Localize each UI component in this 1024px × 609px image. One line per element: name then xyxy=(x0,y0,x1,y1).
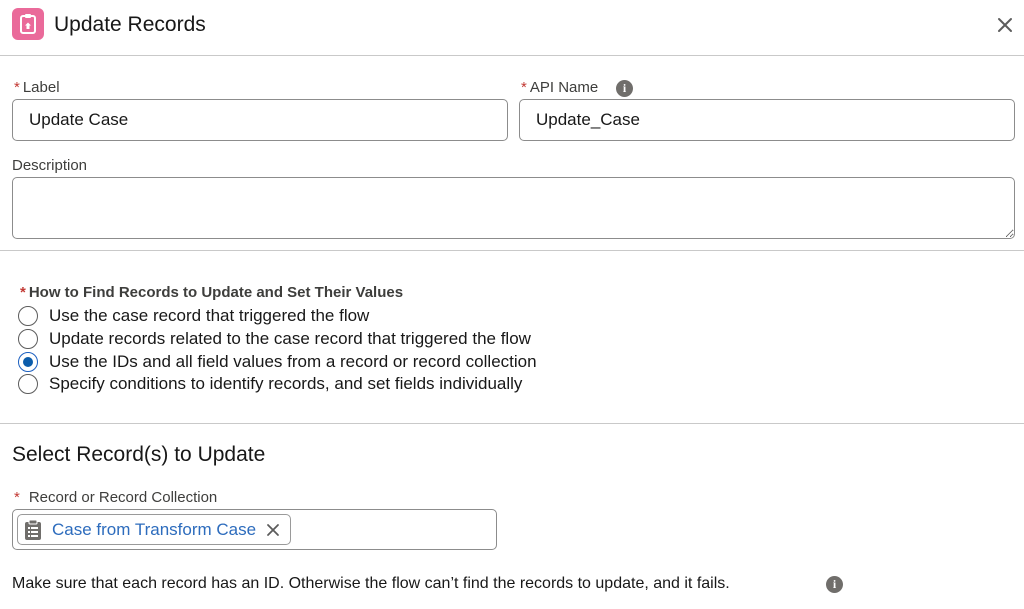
radio-option-label: Use the IDs and all field values from a … xyxy=(49,352,537,371)
clipboard-icon xyxy=(12,8,44,40)
radio-option-triggering-record[interactable]: Use the case record that triggered the f… xyxy=(18,305,369,327)
required-marker: * xyxy=(521,79,527,96)
radio-option-label: Update records related to the case recor… xyxy=(49,329,531,348)
section-title: Select Record(s) to Update xyxy=(12,443,266,466)
help-text: Make sure that each record has an ID. Ot… xyxy=(12,575,730,592)
radio-button[interactable] xyxy=(18,374,38,394)
required-marker: * xyxy=(20,284,26,301)
label-field-label: * Label xyxy=(14,79,60,97)
api-name-input[interactable] xyxy=(519,99,1015,141)
radio-option-specify-conditions[interactable]: Specify conditions to identify records, … xyxy=(18,373,522,395)
info-icon[interactable]: i xyxy=(826,576,843,593)
description-field-label: Description xyxy=(12,157,88,174)
api-name-field-label: * API Name xyxy=(521,79,598,97)
divider xyxy=(0,423,1024,424)
required-marker: * xyxy=(14,489,20,506)
info-icon[interactable]: i xyxy=(616,80,633,97)
radio-option-label: Use the case record that triggered the f… xyxy=(49,306,370,325)
description-textarea[interactable] xyxy=(12,177,1015,239)
record-collection-input[interactable]: Case from Transform Case xyxy=(12,509,497,550)
required-marker: * xyxy=(14,79,20,96)
radio-button[interactable] xyxy=(18,329,38,349)
radio-option-related-records[interactable]: Update records related to the case recor… xyxy=(18,328,531,350)
pill-label[interactable]: Case from Transform Case xyxy=(52,520,256,540)
radio-button[interactable] xyxy=(18,306,38,326)
modal-header: Update Records xyxy=(0,0,1024,56)
selected-record-pill[interactable]: Case from Transform Case xyxy=(17,514,292,545)
divider xyxy=(0,250,1024,251)
label-input[interactable] xyxy=(12,99,508,141)
find-records-label-text: How to Find Records to Update and Set Th… xyxy=(28,284,404,301)
close-icon[interactable] xyxy=(264,521,282,539)
radio-dot xyxy=(23,357,33,367)
label-field-label-text: Label xyxy=(22,79,60,96)
close-icon[interactable] xyxy=(992,12,1018,38)
radio-option-record-collection[interactable]: Use the IDs and all field values from a … xyxy=(18,351,537,373)
find-records-label: * How to Find Records to Update and Set T… xyxy=(20,284,403,301)
api-name-field-label-text: API Name xyxy=(529,79,599,96)
record-collection-field-label: * Record or Record Collection xyxy=(14,489,217,507)
radio-button-selected[interactable] xyxy=(18,352,38,372)
modal-title: Update Records xyxy=(54,13,206,36)
record-collection-icon xyxy=(23,519,43,541)
radio-option-label: Specify conditions to identify records, … xyxy=(49,374,523,393)
record-collection-field-label-text: Record or Record Collection xyxy=(28,489,218,506)
